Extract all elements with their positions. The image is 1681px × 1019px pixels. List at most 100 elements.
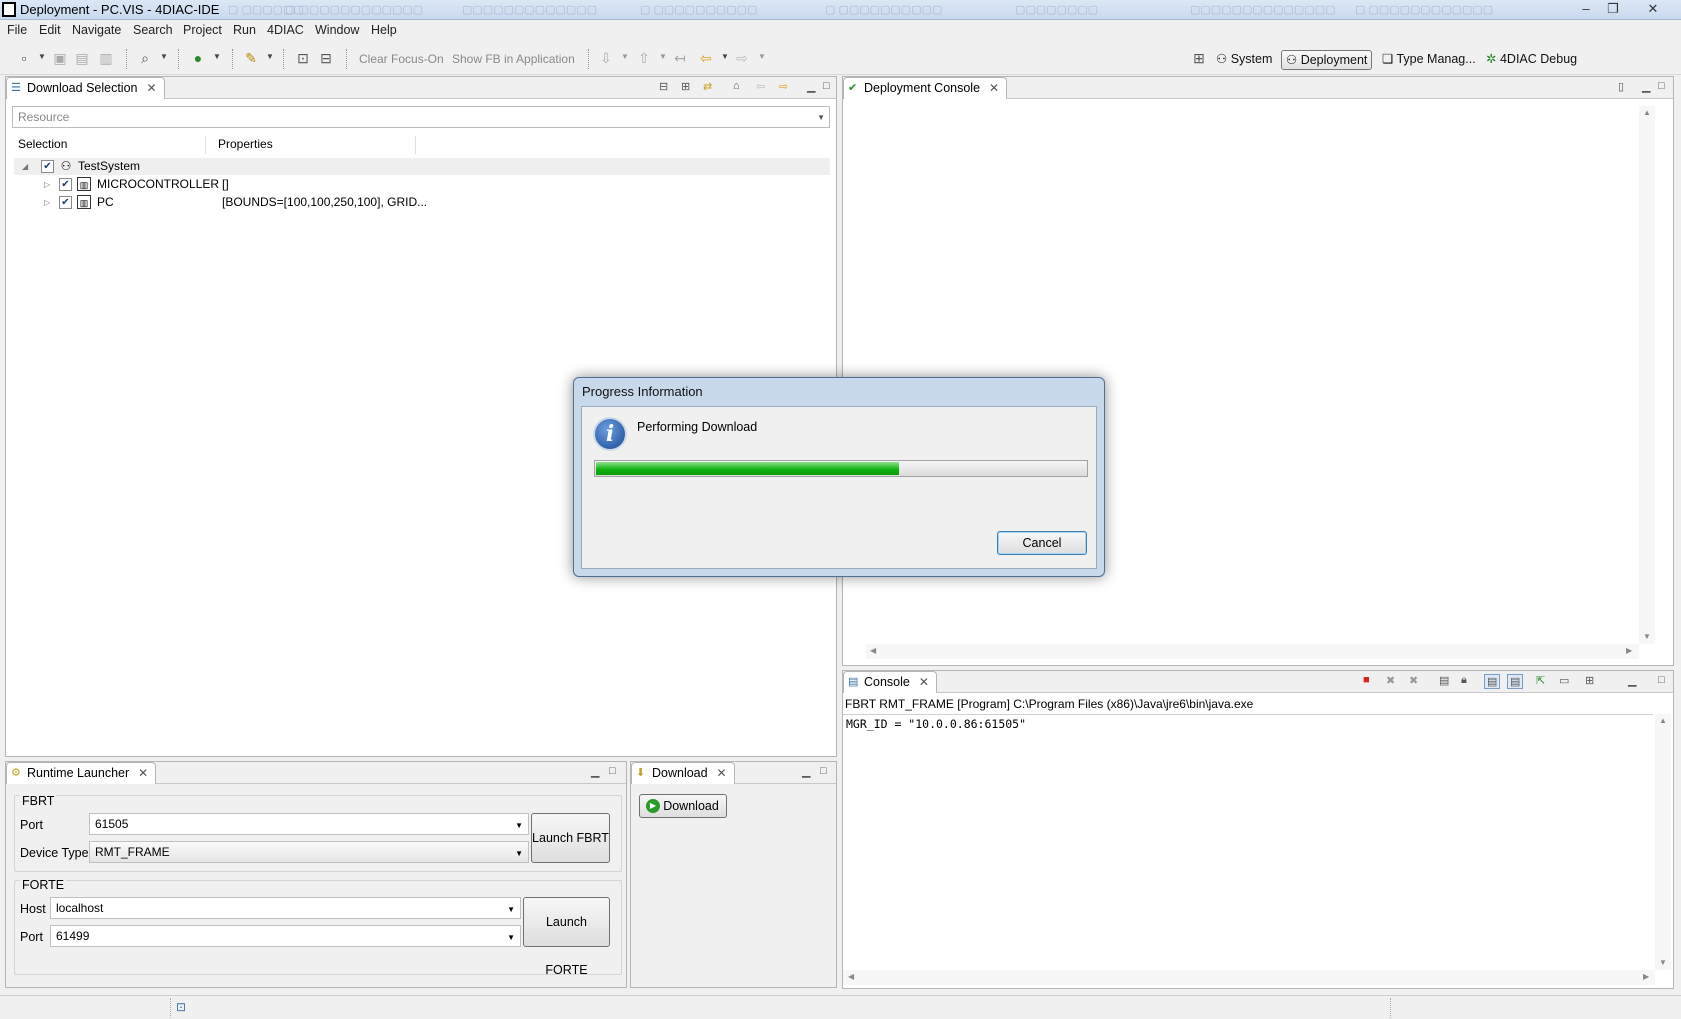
pin-console-icon[interactable]: ⇱ bbox=[1536, 674, 1545, 687]
column-header-properties[interactable]: Properties bbox=[216, 136, 416, 154]
tab-download-selection[interactable]: ☰ Download Selection ✕ bbox=[6, 77, 165, 99]
column-header-selection[interactable]: Selection bbox=[16, 136, 206, 154]
save-icon[interactable]: ▣ bbox=[52, 50, 68, 66]
remove-launch-icon[interactable]: ✖ bbox=[1386, 674, 1395, 687]
forward-icon[interactable]: ⇨ bbox=[734, 50, 750, 66]
scroll-left-icon[interactable]: ◀ bbox=[848, 972, 854, 981]
perspective-4diac-debug[interactable]: ✲ 4DIAC Debug bbox=[1482, 50, 1581, 70]
resource-filter-combo[interactable]: Resource ▼ bbox=[12, 106, 830, 128]
maximize-view-icon[interactable]: □ bbox=[1658, 674, 1665, 686]
close-icon[interactable]: ✕ bbox=[138, 763, 148, 784]
display-console-icon[interactable]: ▭ bbox=[1559, 674, 1569, 687]
remove-all-icon[interactable]: ✖ bbox=[1409, 674, 1418, 687]
maximize-view-icon[interactable]: □ bbox=[820, 765, 827, 777]
menu-navigate[interactable]: Navigate bbox=[72, 23, 121, 37]
tab-download[interactable]: ⬇ Download ✕ bbox=[631, 762, 735, 784]
menu-project[interactable]: Project bbox=[183, 23, 222, 37]
run-icon[interactable]: ● bbox=[190, 50, 206, 66]
focus-out-icon[interactable]: ⊟ bbox=[318, 50, 334, 66]
forte-port-field[interactable]: 61499 ▼ bbox=[50, 925, 521, 947]
search-icon[interactable]: ⌕ bbox=[137, 50, 153, 66]
show-stderr-icon[interactable]: ▤ bbox=[1507, 674, 1524, 689]
back-icon[interactable]: ⇦ bbox=[756, 80, 765, 93]
close-icon[interactable]: ✕ bbox=[1640, 1, 1666, 17]
close-icon[interactable]: ✕ bbox=[919, 672, 929, 693]
horizontal-scrollbar[interactable]: ◀ ▶ bbox=[866, 644, 1639, 659]
scroll-down-icon[interactable]: ▼ bbox=[1643, 632, 1651, 641]
back-icon[interactable]: ⇦ bbox=[698, 50, 714, 66]
tree-expand-icon[interactable]: ▷ bbox=[44, 194, 50, 211]
tree-row[interactable]: ▷ ✔ ▥ MICROCONTROLLER [] bbox=[14, 176, 830, 193]
chevron-down-icon[interactable]: ▼ bbox=[160, 52, 168, 61]
minimize-view-icon[interactable]: ▁ bbox=[1642, 80, 1650, 93]
scroll-right-icon[interactable]: ▶ bbox=[1643, 972, 1649, 981]
clear-focus-button[interactable]: Clear Focus-On bbox=[359, 52, 444, 66]
scroll-up-icon[interactable]: ▲ bbox=[1659, 716, 1667, 725]
close-icon[interactable]: ✕ bbox=[717, 763, 727, 784]
next-annotation-icon[interactable]: ⇩ bbox=[598, 50, 614, 66]
chevron-down-icon[interactable]: ▼ bbox=[515, 821, 523, 830]
menu-help[interactable]: Help bbox=[371, 23, 397, 37]
scroll-left-icon[interactable]: ◀ bbox=[870, 646, 876, 655]
row-checkbox[interactable]: ✔ bbox=[59, 178, 72, 191]
minimize-view-icon[interactable]: ▁ bbox=[591, 765, 599, 778]
chevron-down-icon[interactable]: ▼ bbox=[659, 52, 667, 61]
vertical-scrollbar[interactable]: ▲ ▼ bbox=[1655, 714, 1671, 970]
collapse-all-icon[interactable]: ⊟ bbox=[659, 80, 668, 93]
launch-forte-button[interactable]: Launch FORTE bbox=[523, 897, 610, 977]
tree-expand-icon[interactable]: ▷ bbox=[44, 176, 50, 193]
console-output[interactable]: MGR_ID = "10.0.0.86:61505" bbox=[843, 714, 1653, 970]
row-checkbox[interactable]: ✔ bbox=[41, 160, 54, 173]
chevron-down-icon[interactable]: ▼ bbox=[213, 52, 221, 61]
menu-4diac[interactable]: 4DIAC bbox=[267, 23, 304, 37]
terminate-icon[interactable]: ■ bbox=[1363, 674, 1370, 686]
save-all-icon[interactable]: ▤ bbox=[74, 50, 90, 66]
close-icon[interactable]: ✕ bbox=[989, 78, 999, 99]
maximize-view-icon[interactable]: □ bbox=[1658, 80, 1665, 92]
tree-collapse-icon[interactable]: ◢ bbox=[22, 158, 28, 175]
maximize-icon[interactable]: ❐ bbox=[1600, 1, 1626, 17]
maximize-view-icon[interactable]: □ bbox=[609, 765, 616, 777]
forte-host-field[interactable]: localhost ▼ bbox=[50, 897, 521, 919]
wand-icon[interactable]: ✎ bbox=[243, 50, 259, 66]
home-icon[interactable]: ⌂ bbox=[733, 80, 740, 92]
scroll-down-icon[interactable]: ▼ bbox=[1659, 958, 1667, 967]
show-stdout-icon[interactable]: ▤ bbox=[1484, 674, 1501, 689]
expand-all-icon[interactable]: ⊞ bbox=[681, 80, 690, 93]
cancel-button[interactable]: Cancel bbox=[997, 531, 1087, 555]
link-icon[interactable]: ⇄ bbox=[703, 80, 712, 93]
minimize-view-icon[interactable]: ▁ bbox=[802, 765, 810, 778]
print-icon[interactable]: ▥ bbox=[98, 50, 114, 66]
perspective-deployment[interactable]: ⚇ Deployment bbox=[1281, 50, 1373, 70]
maximize-view-icon[interactable]: □ bbox=[823, 80, 830, 92]
menu-edit[interactable]: Edit bbox=[39, 23, 61, 37]
launch-fbrt-button[interactable]: Launch FBRT bbox=[531, 813, 610, 863]
minimize-view-icon[interactable]: ▁ bbox=[1628, 674, 1636, 687]
menu-file[interactable]: File bbox=[7, 23, 27, 37]
horizontal-scrollbar[interactable]: ◀ ▶ bbox=[843, 970, 1655, 985]
chevron-down-icon[interactable]: ▼ bbox=[621, 52, 629, 61]
tab-console[interactable]: ▤ Console ✕ bbox=[843, 671, 937, 693]
last-edit-icon[interactable]: ↤ bbox=[672, 50, 688, 66]
fbrt-port-field[interactable]: 61505 ▼ bbox=[89, 813, 529, 835]
fbrt-device-type-select[interactable]: RMT_FRAME ▼ bbox=[89, 841, 529, 863]
show-fb-button[interactable]: Show FB in Application bbox=[452, 52, 575, 66]
close-icon[interactable]: ✕ bbox=[146, 78, 156, 99]
minimize-view-icon[interactable]: ▁ bbox=[807, 80, 815, 93]
perspective-system[interactable]: ⚇ System bbox=[1212, 50, 1276, 70]
minimize-icon[interactable]: ‒ bbox=[1573, 1, 1599, 17]
prev-annotation-icon[interactable]: ⇧ bbox=[636, 50, 652, 66]
perspective-type-manager[interactable]: ❏ Type Manag... bbox=[1378, 50, 1480, 70]
download-button[interactable]: ▶ Download bbox=[639, 794, 727, 818]
clear-icon[interactable]: ▯ bbox=[1618, 80, 1624, 93]
tree-row[interactable]: ◢ ✔ ⚇ TestSystem bbox=[14, 158, 830, 175]
row-checkbox[interactable]: ✔ bbox=[59, 196, 72, 209]
chevron-down-icon[interactable]: ▼ bbox=[758, 52, 766, 61]
menu-run[interactable]: Run bbox=[233, 23, 256, 37]
menu-search[interactable]: Search bbox=[133, 23, 173, 37]
new-icon[interactable]: ▫ bbox=[16, 50, 32, 66]
menu-window[interactable]: Window bbox=[315, 23, 359, 37]
fast-view-icon[interactable]: ⊡ bbox=[176, 1000, 186, 1014]
forward-icon[interactable]: ⇨ bbox=[779, 80, 788, 93]
scroll-lock-icon[interactable]: 🔒︎ bbox=[1461, 674, 1467, 687]
